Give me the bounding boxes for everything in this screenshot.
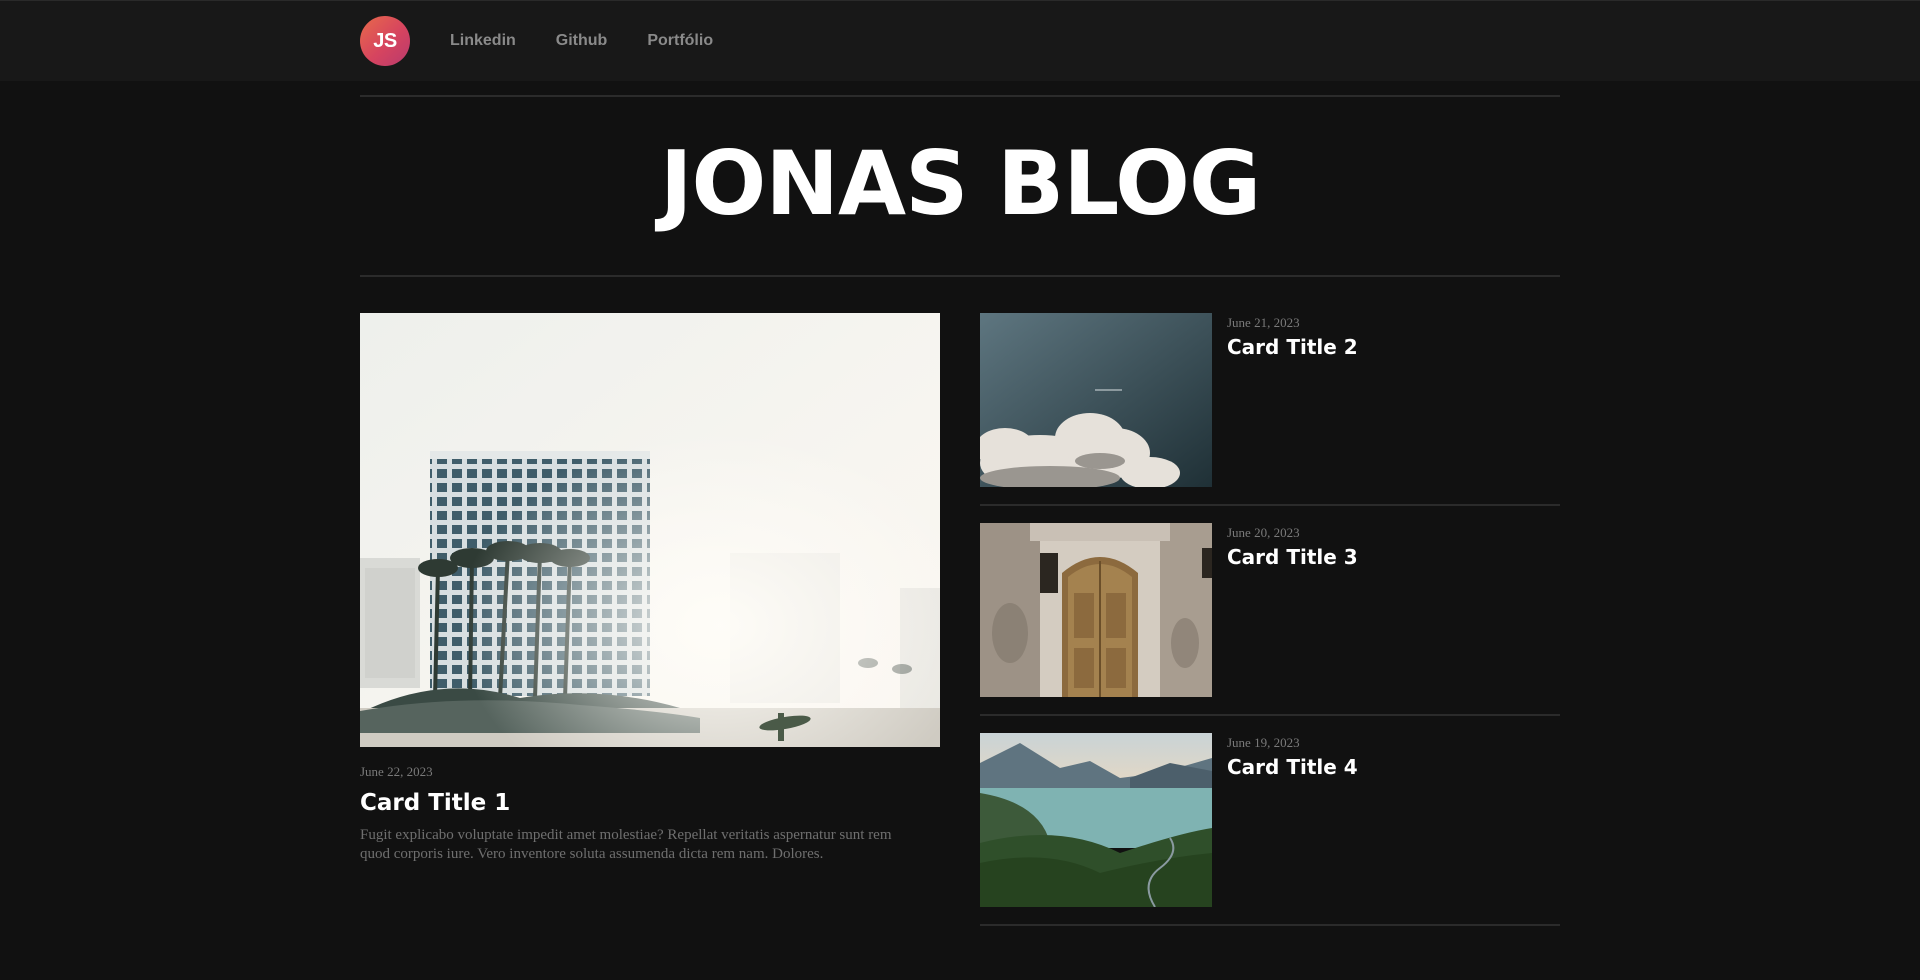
featured-post-excerpt: Fugit explicabo voluptate impedit amet m…: [360, 827, 892, 862]
post-card-4-divider: [980, 924, 1560, 926]
nav-link-linkedin[interactable]: Linkedin: [450, 32, 516, 50]
post-card-4[interactable]: June 19, 2023 Card Title 4: [980, 733, 1560, 926]
post-card-4-meta: June 19, 2023 Card Title 4: [1227, 735, 1358, 779]
post-card-2[interactable]: June 21, 2023 Card Title 2: [980, 313, 1560, 506]
featured-post-title[interactable]: Card Title 1: [360, 790, 940, 816]
logo-avatar[interactable]: JS: [360, 16, 410, 66]
featured-post-card[interactable]: June 22, 2023 Card Title 1 Fugit explica…: [360, 313, 940, 864]
main-nav: Linkedin Github Portfólio: [450, 32, 713, 50]
post-card-2-title[interactable]: Card Title 2: [1227, 335, 1358, 359]
post-card-2-meta: June 21, 2023 Card Title 2: [1227, 315, 1358, 359]
logo-text: JS: [373, 29, 397, 52]
post-card-4-date: June 19, 2023: [1227, 735, 1300, 750]
post-card-4-title[interactable]: Card Title 4: [1227, 755, 1358, 779]
post-card-3-date: June 20, 2023: [1227, 525, 1300, 540]
hero-bottom-divider: [360, 275, 1560, 277]
post-card-3-title[interactable]: Card Title 3: [1227, 545, 1358, 569]
page-title: JONAS BLOG: [659, 132, 1261, 235]
post-card-2-image[interactable]: [980, 313, 1212, 487]
featured-post-image[interactable]: [360, 313, 940, 747]
nav-link-github[interactable]: Github: [556, 32, 608, 50]
post-card-3-image[interactable]: [980, 523, 1212, 697]
post-card-3[interactable]: June 20, 2023 Card Title 3: [980, 523, 1560, 716]
navbar-inner: JS Linkedin Github Portfólio: [360, 16, 713, 66]
post-card-4-image[interactable]: [980, 733, 1212, 907]
post-card-3-divider: [980, 714, 1560, 716]
nav-link-portfolio[interactable]: Portfólio: [647, 32, 713, 50]
post-card-2-date: June 21, 2023: [1227, 315, 1300, 330]
post-card-2-divider: [980, 504, 1560, 506]
post-card-3-meta: June 20, 2023 Card Title 3: [1227, 525, 1358, 569]
featured-post-date: June 22, 2023: [360, 764, 433, 779]
hero-top-divider: [360, 95, 1560, 97]
top-navbar: JS Linkedin Github Portfólio: [0, 0, 1920, 81]
